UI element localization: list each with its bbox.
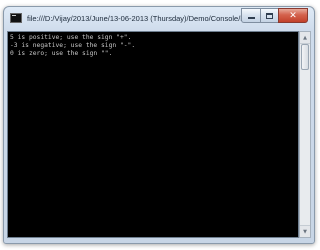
close-icon: ✕ [289,10,297,21]
minimize-button[interactable] [241,8,260,23]
console-line: 0 is zero; use the sign "". [10,50,113,57]
console-line: 5 is positive; use the sign "+". [10,34,132,41]
maximize-button[interactable] [260,8,278,23]
minimize-icon [247,17,255,19]
title-bar[interactable]: file:///D:/Vijay/2013/June/13-06-2013 (T… [4,7,314,31]
vertical-scrollbar[interactable]: ▲ ▼ [299,31,311,238]
console-output[interactable]: 5 is positive; use the sign "+". -3 is n… [7,31,299,238]
down-arrow-icon: ▼ [303,228,307,235]
maximize-icon [266,12,273,19]
console-window[interactable]: file:///D:/Vijay/2013/June/13-06-2013 (T… [3,6,315,244]
window-title: file:///D:/Vijay/2013/June/13-06-2013 (T… [27,14,255,23]
scroll-down-button[interactable]: ▼ [300,225,310,237]
caption-buttons: ✕ [241,8,308,23]
console-app-icon[interactable] [10,13,22,23]
up-arrow-icon: ▲ [303,34,307,41]
close-button[interactable]: ✕ [278,8,308,23]
console-line: -3 is negative; use the sign "-". [10,42,136,49]
scroll-thumb[interactable] [301,44,309,70]
scroll-up-button[interactable]: ▲ [300,32,310,44]
